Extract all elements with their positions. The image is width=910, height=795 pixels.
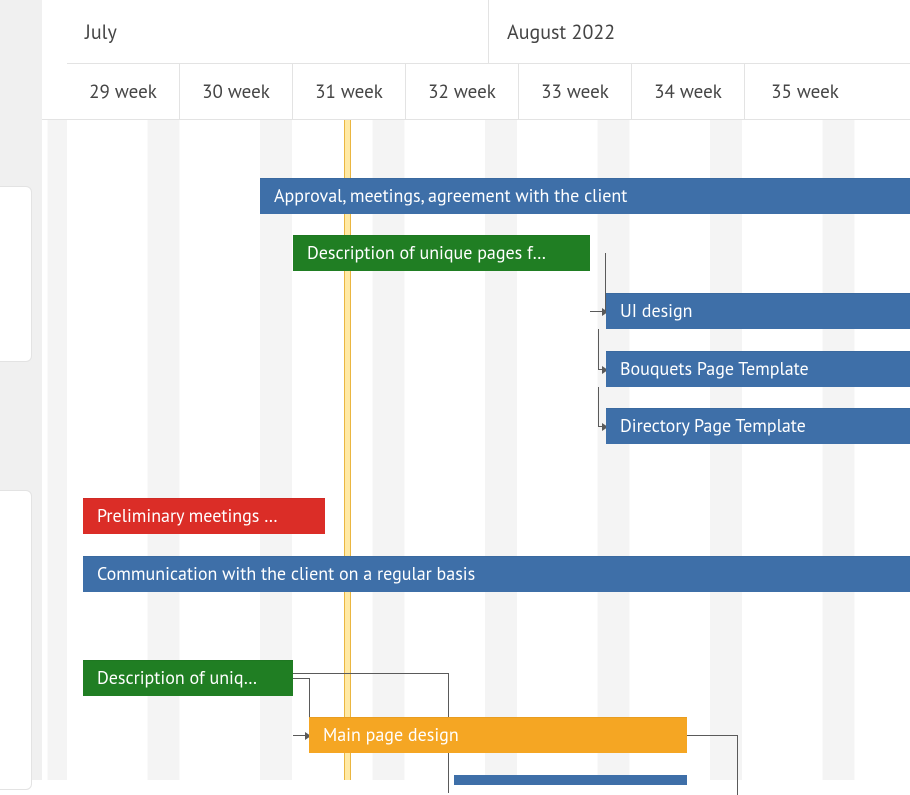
task-bar-bouquets[interactable]: Bouquets Page Template (606, 351, 910, 387)
dependency-link (590, 253, 606, 311)
week-cell[interactable]: 32 week (406, 64, 519, 120)
left-panel-slot (0, 186, 32, 362)
task-bar-descPages2[interactable]: Description of uniq… (83, 660, 293, 696)
gantt-timeline[interactable]: July August 2022 29 week 30 week 31 week… (42, 0, 910, 780)
week-label: 33 week (541, 80, 609, 104)
dependency-link (590, 311, 606, 312)
gantt-chart-area[interactable]: Approval, meetings, agreement with the c… (42, 120, 910, 780)
month-cell[interactable]: August 2022 (489, 0, 910, 64)
timeline-header-weeks: 29 week 30 week 31 week 32 week 33 week … (67, 64, 910, 120)
task-bar-descPages1[interactable]: Description of unique pages f… (293, 235, 590, 271)
timeline-header-months: July August 2022 (67, 0, 910, 64)
dependency-link (598, 329, 606, 369)
dependency-link (293, 735, 309, 736)
dependency-link (293, 673, 448, 674)
task-label: Main page design (323, 723, 459, 746)
task-label: UI design (620, 299, 693, 322)
week-cell[interactable]: 35 week (745, 64, 865, 120)
dependency-link (293, 678, 309, 679)
task-bar-prelim[interactable]: Preliminary meetings … (83, 498, 325, 534)
task-bar-directory[interactable]: Directory Page Template (606, 408, 910, 444)
left-sidebar (0, 0, 42, 780)
week-label: 30 week (202, 80, 270, 104)
task-bar-approval[interactable]: Approval, meetings, agreement with the c… (260, 178, 910, 214)
week-label: 29 week (89, 80, 157, 104)
dependency-link (687, 735, 737, 736)
week-label: 34 week (654, 80, 722, 104)
month-label: July (85, 19, 117, 45)
month-cell[interactable]: July (67, 0, 489, 64)
week-cell[interactable]: 31 week (293, 64, 406, 120)
left-panel-slot (0, 490, 32, 790)
task-label: Description of unique pages f… (307, 241, 546, 264)
task-label: Communication with the client on a regul… (97, 562, 475, 585)
week-cell[interactable]: 29 week (67, 64, 180, 120)
task-bar-uiDesign[interactable]: UI design (606, 293, 910, 329)
week-header-gutter (42, 64, 67, 120)
dependency-link (598, 387, 606, 426)
task-bar-comm[interactable]: Communication with the client on a regul… (83, 556, 910, 592)
week-cell[interactable]: 34 week (632, 64, 745, 120)
task-label: Bouquets Page Template (620, 357, 809, 380)
dependency-link (598, 426, 606, 427)
task-label: Directory Page Template (620, 414, 806, 437)
week-label: 31 week (315, 80, 383, 104)
current-time-marker (344, 120, 351, 780)
week-label: 32 week (428, 80, 496, 104)
task-label: Approval, meetings, agreement with the c… (274, 184, 627, 207)
task-bar-partial[interactable] (454, 775, 687, 785)
task-label: Description of uniq… (97, 666, 257, 689)
task-bar-mainPage[interactable]: Main page design (309, 717, 687, 753)
dependency-link (737, 735, 738, 795)
month-label: August 2022 (507, 19, 615, 45)
dependency-link (598, 369, 606, 370)
week-cell[interactable]: 33 week (519, 64, 632, 120)
week-cell[interactable]: 30 week (180, 64, 293, 120)
task-label: Preliminary meetings … (97, 504, 278, 527)
week-label: 35 week (771, 80, 839, 104)
